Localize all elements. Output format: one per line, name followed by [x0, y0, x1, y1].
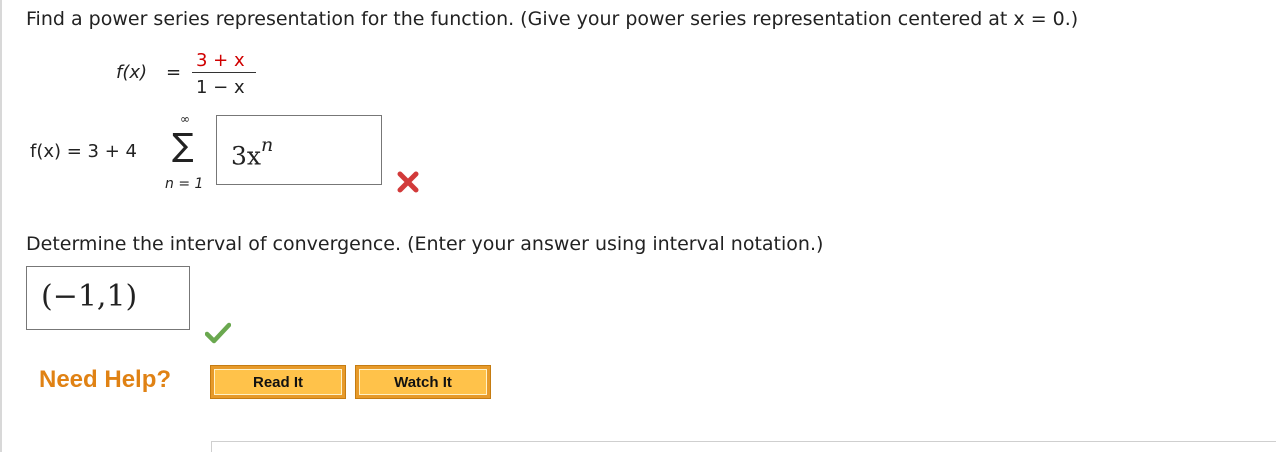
left-border: [0, 0, 2, 452]
series-lhs: f(x) = 3 + 4: [30, 141, 137, 162]
sigma-symbol: ∑: [172, 126, 194, 164]
incorrect-x-icon: [397, 171, 419, 193]
sum-upper-limit: ∞: [180, 112, 190, 126]
interval-prompt: Determine the interval of convergence. (…: [26, 233, 824, 255]
read-it-label: Read It: [214, 369, 342, 395]
next-section-divider-edge: [211, 441, 212, 452]
series-answer-exponent: n: [261, 134, 274, 156]
series-answer-term: 3x: [231, 141, 262, 171]
need-help-label: Need Help?: [39, 366, 172, 393]
fraction-bar: [192, 72, 256, 73]
fraction-denominator: 1 − x: [196, 77, 245, 98]
interval-answer-input[interactable]: (−1,1): [26, 266, 190, 330]
watch-it-label: Watch It: [359, 369, 487, 395]
next-section-divider: [211, 441, 1276, 442]
sum-lower-limit: n = 1: [165, 176, 204, 192]
correct-check-icon: [205, 322, 231, 344]
equals-sign: =: [166, 62, 182, 83]
series-answer-input[interactable]: 3xn: [216, 115, 382, 185]
function-lhs: f(x): [116, 62, 148, 83]
fraction-numerator: 3 + x: [196, 50, 245, 71]
read-it-button[interactable]: Read It: [210, 365, 346, 399]
interval-answer-value: (−1,1): [41, 279, 138, 314]
question-prompt: Find a power series representation for t…: [26, 8, 1079, 30]
watch-it-button[interactable]: Watch It: [355, 365, 491, 399]
